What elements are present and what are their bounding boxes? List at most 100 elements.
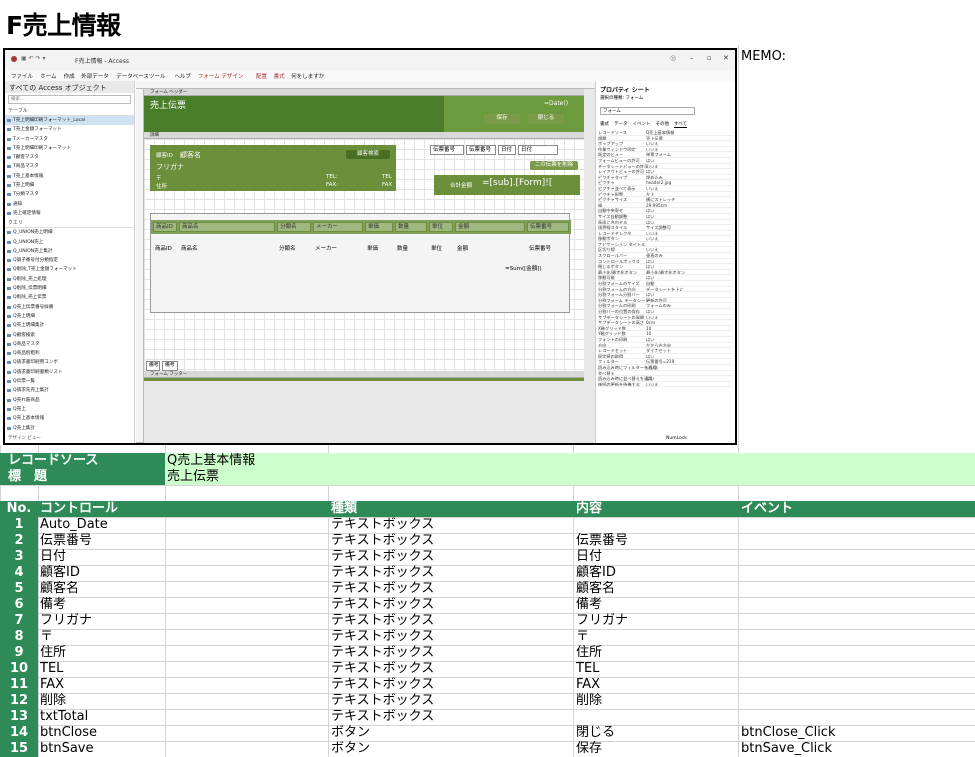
row-control: 顧客ID — [40, 565, 80, 580]
ribbon-tab[interactable]: データベースツール — [116, 72, 165, 80]
ribbon-tab[interactable]: フォーム デザイン — [198, 72, 244, 80]
subform-col-head: 単位 — [429, 222, 453, 232]
nav-search-input[interactable]: 検索... — [8, 95, 131, 104]
form-header-section[interactable]: フォーム ヘッダー — [144, 89, 584, 96]
nav-table-item[interactable]: T売上明細印刷フォーマット_Local — [5, 116, 134, 126]
nav-group-queries[interactable]: クエリ — [5, 218, 134, 229]
nav-query-item[interactable]: Q削除_T売上金額フォーマット — [5, 265, 134, 274]
nav-query-item[interactable]: Q商品マスタ — [5, 340, 134, 349]
nav-header[interactable]: すべての Access オブジェクト — [5, 81, 134, 93]
row-type: テキストボックス — [331, 709, 435, 724]
sum-expr[interactable]: =Sum([金額]) — [505, 264, 542, 272]
row-no: 2 — [0, 533, 38, 549]
row-event — [741, 613, 975, 629]
total-expr[interactable]: =[sub].[Form]![ — [482, 178, 552, 188]
nav-table-item[interactable]: T売上基本情報 — [5, 172, 134, 181]
row-no: 10 — [0, 661, 38, 677]
nav-query-item[interactable]: Q削除_伝票明細 — [5, 284, 134, 293]
form-footer-section[interactable]: フォーム フッター — [144, 371, 584, 378]
slip-no-label: 伝票番号 — [430, 145, 464, 155]
subform-field[interactable]: 単位 — [429, 245, 453, 253]
nav-table-item[interactable]: 売上確定情報 — [5, 209, 134, 218]
nav-query-item[interactable]: Q請求書印刷書類リスト — [5, 368, 134, 377]
slip-no-field[interactable]: 伝票番号 — [466, 145, 496, 155]
subform-field[interactable]: 単価 — [365, 245, 393, 253]
nav-query-item[interactable]: Q売上基本情報 — [5, 414, 134, 423]
table-row: 6 備考 テキストボックス 備考 — [0, 597, 975, 613]
row-type: テキストボックス — [331, 597, 435, 612]
nav-group-tables[interactable]: テーブル — [5, 106, 134, 116]
subform-field[interactable]: 商品名 — [179, 245, 275, 253]
nav-query-item[interactable]: Q削除_売上伝票 — [5, 293, 134, 302]
ribbon-tab[interactable]: ホーム — [40, 72, 56, 80]
nav-table-item[interactable]: T商品マスタ — [5, 162, 134, 171]
nav-query-item[interactable]: Q_UNION売上 — [5, 238, 134, 247]
subform-field[interactable]: 商品ID — [153, 245, 177, 253]
close-button[interactable]: 閉じる — [528, 114, 564, 124]
subform-container[interactable]: 商品ID 商品名 分類名 メーカー 単価 数量 単位 金額 伝票番号 商品ID 商品名 分類名 メーカ… — [150, 213, 571, 313]
nav-query-item[interactable]: Q売上 — [5, 405, 134, 414]
detail-section[interactable]: 詳細 — [144, 132, 584, 139]
ribbon-tab[interactable]: 外部データ — [81, 72, 109, 80]
nav-query-item[interactable]: Q顧客検索 — [5, 331, 134, 340]
nav-table-item[interactable]: T顧客マスタ — [5, 153, 134, 162]
nav-table-item[interactable]: T分類マスタ — [5, 190, 134, 199]
subform-field[interactable]: 数量 — [395, 245, 427, 253]
props-tab[interactable]: すべて — [674, 122, 688, 128]
nav-query-item[interactable]: Q商品別粗利 — [5, 349, 134, 358]
nav-query-item[interactable]: Q_UNION売上集計 — [5, 247, 134, 256]
subform-field[interactable]: 分類名 — [277, 245, 311, 253]
customer-search-button[interactable]: 顧客検索 — [346, 150, 390, 159]
nav-query-item[interactable]: Q売上明細 — [5, 312, 134, 321]
nav-query-item[interactable]: Q調子番号付分類指定 — [5, 256, 134, 265]
delete-slip-button[interactable]: この伝票を削除 — [530, 161, 578, 170]
props-tab[interactable]: その他 — [656, 122, 670, 127]
remarks-field[interactable]: 備考 — [162, 361, 178, 371]
props-row[interactable]: 後続の更新を待機する いいえ — [598, 382, 733, 388]
nav-query-item[interactable]: Q伝票一覧 — [5, 377, 134, 386]
subform-column-heads: 商品ID 商品名 分類名 メーカー 単価 数量 単位 金額 伝票番号 — [151, 222, 571, 232]
props-tab[interactable]: イベント — [633, 122, 651, 127]
ribbon-tab[interactable]: 作成 — [64, 72, 75, 80]
ribbon-tab[interactable]: 書式 — [274, 72, 285, 80]
ribbon-tab[interactable]: 配置 — [256, 72, 267, 80]
nav-table-item[interactable]: T売上金額フォーマット — [5, 125, 134, 134]
nav-table-item[interactable]: Tメーカーマスタ — [5, 135, 134, 144]
props-value[interactable]: いいえ — [646, 382, 659, 387]
nav-table-item[interactable]: 通知 — [5, 200, 134, 209]
save-button[interactable]: 保存 — [484, 114, 520, 124]
ribbon-tab[interactable]: ヘルプ — [174, 72, 191, 80]
nav-query-item[interactable]: Q売上集計 — [5, 424, 134, 433]
props-tab[interactable]: 書式 — [600, 122, 609, 127]
nav-table-item[interactable]: T売上明細 — [5, 181, 134, 190]
status-right: NumLock — [666, 436, 687, 441]
ribbon-tab[interactable]: ファイル — [11, 72, 33, 80]
nav-table-item[interactable]: T売上明細印刷フォーマット — [5, 144, 134, 153]
nav-query-item[interactable]: Q売上明細集計 — [5, 321, 134, 330]
qat-icons: ▣ ↶ ↷ ▾ — [21, 55, 46, 62]
zip-label: 〒 — [156, 176, 162, 182]
fax-label: FAX: — [326, 182, 339, 188]
nav-query-item[interactable]: Q削除_売上処理 — [5, 275, 134, 284]
props-tab[interactable]: データ — [614, 122, 628, 127]
ribbon-tab[interactable]: 何をしますか — [291, 72, 324, 80]
minimize-icon[interactable]: – — [690, 54, 694, 62]
subform-field[interactable]: 伝票番号 — [527, 245, 569, 253]
nav-query-item[interactable]: Q請求先売上集計 — [5, 386, 134, 395]
props-object-select[interactable]: フォーム — [600, 107, 695, 115]
date-field[interactable]: 日付 — [518, 145, 558, 155]
maximize-icon[interactable]: ▫ — [707, 54, 712, 62]
nav-query-item[interactable]: Q請求書印刷用コンボ — [5, 358, 134, 367]
account-icon[interactable]: ◎ — [670, 54, 676, 62]
date-label: 日付 — [498, 145, 516, 155]
close-window-icon[interactable]: ✕ — [723, 54, 729, 62]
access-titlebar: ▣ ↶ ↷ ▾ F売上情報 - Access ◎ – ▫ ✕ — [5, 50, 735, 70]
nav-query-item[interactable]: Q_UNION売上明細 — [5, 228, 134, 237]
row-event — [741, 517, 975, 533]
nav-query-item[interactable]: Q売上伝票番号採番 — [5, 303, 134, 312]
nav-query-item[interactable]: Q売れ筋商品 — [5, 396, 134, 405]
fax-field[interactable]: FAX — [382, 182, 392, 188]
subform-field[interactable]: 金額 — [455, 245, 525, 253]
tel-field[interactable]: TEL — [382, 174, 392, 180]
subform-field[interactable]: メーカー — [313, 245, 363, 253]
